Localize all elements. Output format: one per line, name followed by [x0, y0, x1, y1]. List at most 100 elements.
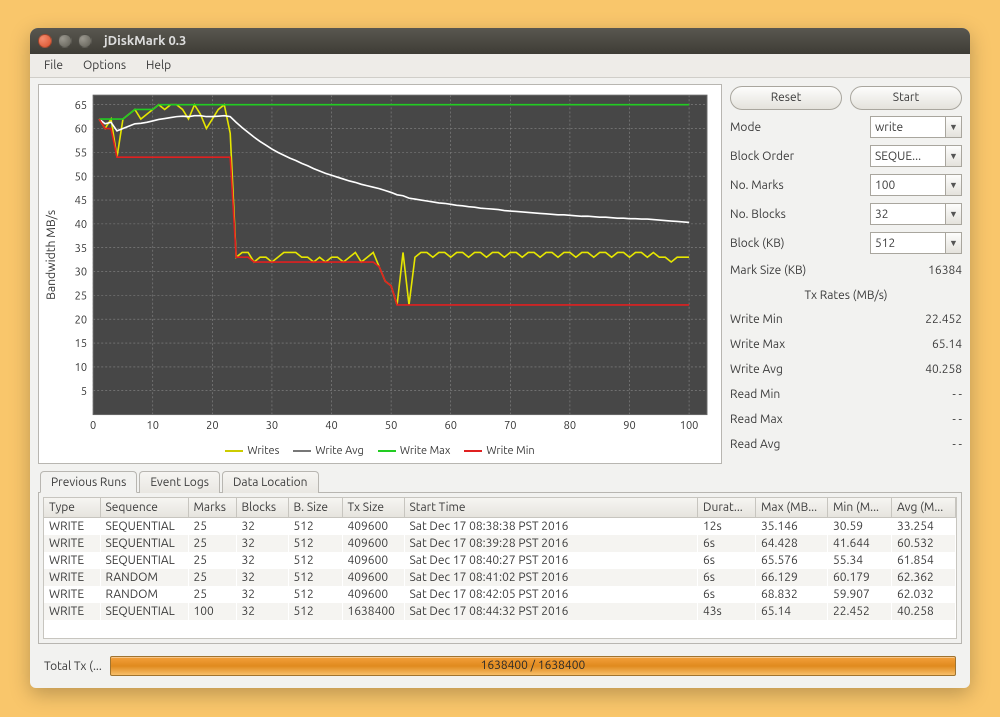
menu-options[interactable]: Options — [75, 57, 134, 74]
mode-combo[interactable]: write▼ — [870, 116, 962, 138]
block-order-combo[interactable]: SEQUE...▼ — [870, 145, 962, 167]
titlebar: jDiskMark 0.3 — [30, 28, 970, 54]
col-header[interactable]: Max (MB... — [756, 498, 828, 518]
legend-avg-line — [293, 450, 311, 452]
table-cell: 512 — [288, 535, 342, 552]
legend-writes-label: Writes — [247, 445, 279, 457]
blocks-spinner[interactable]: 32▼ — [870, 203, 962, 225]
window-title: jDiskMark 0.3 — [104, 34, 186, 48]
svg-text:45: 45 — [75, 195, 87, 207]
table-row[interactable]: WRITESEQUENTIAL100325121638400Sat Dec 17… — [44, 603, 956, 620]
col-header[interactable]: Blocks — [236, 498, 288, 518]
bandwidth-chart: 5101520253035404550556065010203040506070… — [39, 85, 721, 441]
menu-help[interactable]: Help — [138, 57, 179, 74]
table-cell: 62.032 — [892, 586, 956, 603]
col-header[interactable]: Avg (M... — [892, 498, 956, 518]
chart-panel: 5101520253035404550556065010203040506070… — [38, 84, 722, 464]
table-cell: RANDOM — [100, 586, 188, 603]
menu-file[interactable]: File — [36, 57, 71, 74]
table-cell: 25 — [188, 535, 236, 552]
svg-text:65: 65 — [75, 100, 87, 112]
read-min-label: Read Min — [730, 388, 952, 401]
maximize-icon[interactable] — [78, 34, 92, 48]
table-cell: 512 — [288, 518, 342, 536]
table-row[interactable]: WRITERANDOM2532512409600Sat Dec 17 08:42… — [44, 586, 956, 603]
table-cell: 65.14 — [756, 603, 828, 620]
table-cell: SEQUENTIAL — [100, 518, 188, 536]
table-cell: 32 — [236, 569, 288, 586]
mode-label: Mode — [730, 121, 870, 134]
table-cell: 32 — [236, 603, 288, 620]
close-icon[interactable] — [38, 34, 52, 48]
table-row[interactable]: WRITESEQUENTIAL2532512409600Sat Dec 17 0… — [44, 518, 956, 536]
table-cell: 512 — [288, 552, 342, 569]
table-cell: 35.146 — [756, 518, 828, 536]
col-header[interactable]: Type — [44, 498, 100, 518]
tab-body: TypeSequenceMarksBlocksB. SizeTx SizeSta… — [38, 492, 962, 644]
table-cell: Sat Dec 17 08:39:28 PST 2016 — [404, 535, 698, 552]
table-cell: 512 — [288, 603, 342, 620]
table-row[interactable]: WRITERANDOM2532512409600Sat Dec 17 08:41… — [44, 569, 956, 586]
read-min-value: - - — [952, 388, 962, 401]
start-button[interactable]: Start — [850, 86, 962, 110]
status-label: Total Tx (... — [44, 660, 102, 673]
svg-text:20: 20 — [75, 314, 87, 326]
write-min-value: 22.452 — [925, 313, 962, 326]
table-cell: 40.258 — [892, 603, 956, 620]
col-header[interactable]: Durat... — [698, 498, 756, 518]
write-avg-value: 40.258 — [925, 363, 962, 376]
svg-text:15: 15 — [75, 338, 87, 350]
table-cell: RANDOM — [100, 569, 188, 586]
write-min-label: Write Min — [730, 313, 925, 326]
write-avg-label: Write Avg — [730, 363, 925, 376]
table-cell: Sat Dec 17 08:40:27 PST 2016 — [404, 552, 698, 569]
table-cell: WRITE — [44, 569, 100, 586]
table-cell: 32 — [236, 518, 288, 536]
table-cell: 409600 — [342, 552, 404, 569]
col-header[interactable]: Marks — [188, 498, 236, 518]
minimize-icon[interactable] — [58, 34, 72, 48]
tab-previous-runs[interactable]: Previous Runs — [40, 471, 137, 493]
table-cell: 64.428 — [756, 535, 828, 552]
runs-table[interactable]: TypeSequenceMarksBlocksB. SizeTx SizeSta… — [44, 498, 956, 620]
marks-spinner[interactable]: 100▼ — [870, 174, 962, 196]
svg-text:5: 5 — [81, 386, 87, 398]
col-header[interactable]: Min (M... — [828, 498, 892, 518]
col-header[interactable]: Tx Size — [342, 498, 404, 518]
table-cell: 55.34 — [828, 552, 892, 569]
chevron-down-icon: ▼ — [945, 233, 961, 253]
reset-button[interactable]: Reset — [730, 86, 842, 110]
table-row[interactable]: WRITESEQUENTIAL2532512409600Sat Dec 17 0… — [44, 552, 956, 569]
tab-data-location[interactable]: Data Location — [222, 471, 319, 493]
svg-text:80: 80 — [564, 420, 576, 432]
table-cell: 65.576 — [756, 552, 828, 569]
rates-title: Tx Rates (MB/s) — [730, 289, 962, 302]
col-header[interactable]: Sequence — [100, 498, 188, 518]
svg-text:50: 50 — [75, 171, 87, 183]
legend-min-line — [464, 450, 482, 452]
read-avg-value: - - — [952, 438, 962, 451]
table-cell: WRITE — [44, 535, 100, 552]
col-header[interactable]: Start Time — [404, 498, 698, 518]
legend-avg-label: Write Avg — [315, 445, 363, 457]
marksize-value: 16384 — [928, 264, 962, 277]
svg-text:70: 70 — [504, 420, 516, 432]
read-max-value: - - — [952, 413, 962, 426]
table-cell: SEQUENTIAL — [100, 552, 188, 569]
legend-min-label: Write Min — [486, 445, 534, 457]
legend-max-line — [378, 450, 396, 452]
table-row[interactable]: WRITESEQUENTIAL2532512409600Sat Dec 17 0… — [44, 535, 956, 552]
table-cell: 25 — [188, 569, 236, 586]
read-max-label: Read Max — [730, 413, 952, 426]
table-cell: 12s — [698, 518, 756, 536]
table-cell: 62.362 — [892, 569, 956, 586]
blockkb-spinner[interactable]: 512▼ — [870, 232, 962, 254]
svg-text:90: 90 — [623, 420, 635, 432]
table-cell: SEQUENTIAL — [100, 603, 188, 620]
svg-text:60: 60 — [75, 124, 87, 136]
table-cell: Sat Dec 17 08:42:05 PST 2016 — [404, 586, 698, 603]
table-cell: 66.129 — [756, 569, 828, 586]
table-cell: 59.907 — [828, 586, 892, 603]
tab-event-logs[interactable]: Event Logs — [139, 471, 220, 493]
col-header[interactable]: B. Size — [288, 498, 342, 518]
